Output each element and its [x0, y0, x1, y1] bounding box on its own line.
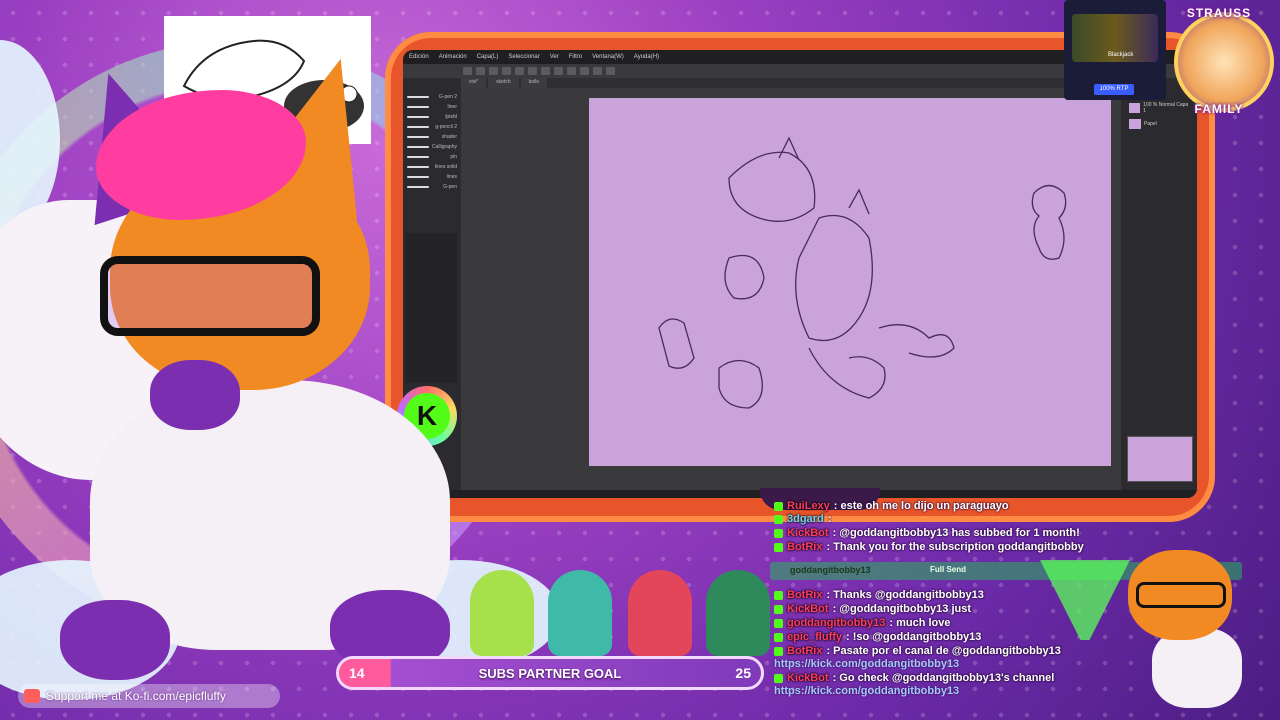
canvas-tab[interactable]: sketch	[488, 78, 519, 88]
toolbar-button[interactable]	[528, 67, 537, 75]
navigator-preview	[1127, 436, 1193, 482]
brush-item[interactable]: G-pen 2	[407, 92, 457, 102]
character-foot	[60, 600, 170, 680]
brush-item[interactable]: lines solid	[407, 162, 457, 172]
brush-item[interactable]: liner	[407, 102, 457, 112]
chat-link[interactable]: https://kick.com/goddangitbobby13	[774, 685, 959, 697]
menu-item[interactable]: Animación	[439, 54, 467, 60]
toolbar-button[interactable]	[463, 67, 472, 75]
badge-bottom-text: FAMILY	[1194, 102, 1244, 116]
canvas-tabs: vivi* sketch boile	[461, 78, 1121, 88]
toolbar-button[interactable]	[554, 67, 563, 75]
menu-item[interactable]: Ver	[550, 54, 559, 60]
chat-message: KickBot: Go check @goddangitbobby13's ch…	[774, 672, 1054, 684]
layer-panel: 100 % Normal Capa 1 Papel	[1121, 78, 1197, 498]
pal-character	[548, 570, 612, 656]
kofi-text: Support me at Ko-fi.com/epicfluffy	[46, 689, 226, 703]
pal-character	[628, 570, 692, 656]
kofi-banner[interactable]: Support me at Ko-fi.com/epicfluffy	[18, 684, 280, 708]
badge-top-text: STRAUSS	[1186, 6, 1252, 20]
toolbar-button[interactable]	[580, 67, 589, 75]
character-paw	[150, 360, 240, 430]
drawing-app-window: Edición Animación Capa(L) Seleccionar Ve…	[403, 50, 1197, 498]
chat-message: 3dgard:	[774, 513, 831, 525]
monitor-frame: Edición Animación Capa(L) Seleccionar Ve…	[385, 32, 1215, 522]
game-ad-button[interactable]: 100% RTP	[1094, 84, 1134, 95]
brush-item[interactable]: g-pencil 2	[407, 122, 457, 132]
brush-list: G-pen 2 liner lpiebl g-pencil 2 shader C…	[407, 92, 457, 192]
goal-label: SUBS PARTNER GOAL	[478, 666, 622, 681]
subs-goal-bar: 14 SUBS PARTNER GOAL 25	[336, 656, 764, 690]
canvas-tab[interactable]: vivi*	[461, 78, 487, 88]
chat-message: RuiLexy: este oh me lo dijo un paraguayo	[774, 500, 1009, 512]
chat-message: BotRix: Thank you for the subscription g…	[774, 541, 1084, 553]
chat-message: epic_fluffy: !so @goddangitbobby13	[774, 631, 981, 643]
brush-item[interactable]: G-pen	[407, 182, 457, 192]
chat-message: BotRix: Pasate por el canal de @goddangi…	[774, 645, 1061, 657]
menu-item[interactable]: Capa(L)	[477, 54, 499, 60]
send-bar-user: goddangitbobby13	[790, 565, 871, 575]
toolbar-button[interactable]	[541, 67, 550, 75]
pal-character	[470, 570, 534, 656]
brush-item[interactable]: Calligraphy	[407, 142, 457, 152]
game-title: Blackjack	[1108, 52, 1134, 58]
menu-item[interactable]: Ventana(W)	[592, 54, 624, 60]
brush-item[interactable]: lpiebl	[407, 112, 457, 122]
canvas-area	[461, 88, 1121, 490]
game-ad[interactable]: Blackjack 100% RTP	[1064, 0, 1166, 100]
chat-link[interactable]: https://kick.com/goddangitbobby13	[774, 658, 959, 670]
character-glasses	[100, 256, 320, 336]
mini-character-glasses	[1136, 582, 1226, 608]
brush-item[interactable]: pin	[407, 152, 457, 162]
menu-item[interactable]: Filtro	[569, 54, 582, 60]
toolbar-button[interactable]	[489, 67, 498, 75]
brush-item[interactable]: lines	[407, 172, 457, 182]
family-badge: STRAUSS FAMILY	[1166, 2, 1274, 136]
mini-character	[1122, 528, 1262, 708]
canvas-tab[interactable]: boile	[520, 78, 548, 88]
sketch-drawing	[658, 136, 1067, 409]
goal-target: 25	[735, 665, 751, 681]
tool-property-panel	[405, 233, 457, 383]
brush-item[interactable]: shader	[407, 132, 457, 142]
chat-message: goddangitbobby13: much love	[774, 617, 951, 629]
toolbar-button[interactable]	[606, 67, 615, 75]
chat-message: KickBot: @goddangitbobby13 has subbed fo…	[774, 527, 1080, 539]
chat-message: KickBot: @goddangitbobby13 just	[774, 603, 971, 615]
chat-message: BotRix: Thanks @goddangitbobby13	[774, 589, 984, 601]
menu-item[interactable]: Edición	[409, 54, 429, 60]
kofi-cup-icon	[24, 689, 40, 703]
drawing-canvas[interactable]	[589, 98, 1111, 466]
toolbar-button[interactable]	[567, 67, 576, 75]
menu-item[interactable]: Seleccionar	[508, 54, 539, 60]
badge-portrait	[1174, 12, 1274, 112]
mini-character-body	[1152, 628, 1242, 708]
toolbar-button[interactable]	[476, 67, 485, 75]
send-bar-label: Full Send	[930, 565, 966, 574]
toolbar-button[interactable]	[515, 67, 524, 75]
menu-item[interactable]: Ayuda(H)	[634, 54, 659, 60]
pal-character	[706, 570, 770, 656]
toolbar-button[interactable]	[502, 67, 511, 75]
toolbar-button[interactable]	[593, 67, 602, 75]
